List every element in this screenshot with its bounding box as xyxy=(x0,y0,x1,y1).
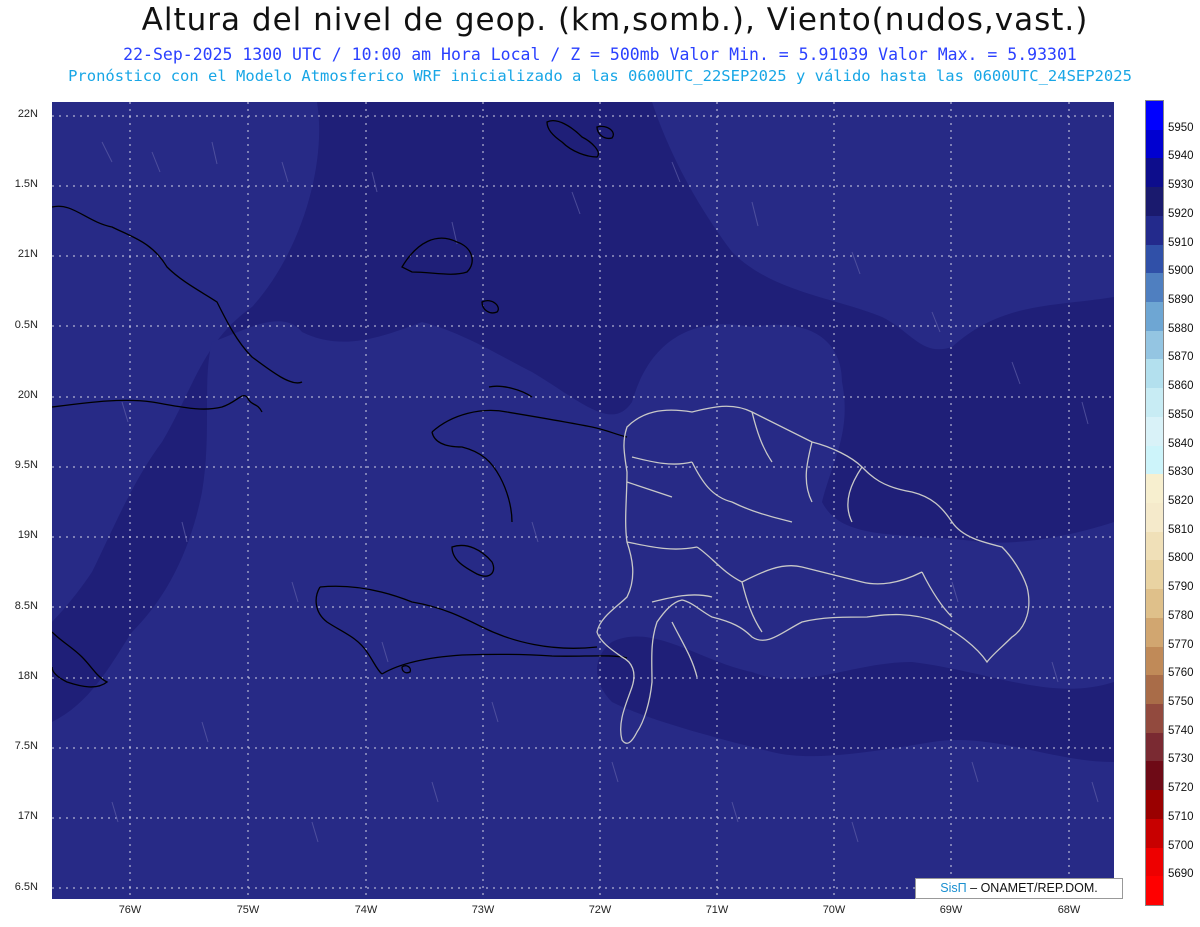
colorbar-segment xyxy=(1146,589,1163,619)
colorbar-segment xyxy=(1146,761,1163,791)
colorbar-level-label: 5910 xyxy=(1168,236,1194,249)
colorbar-level-label: 5840 xyxy=(1168,437,1194,450)
colorbar-level-label: 5720 xyxy=(1168,782,1194,795)
colorbar xyxy=(1145,100,1164,906)
colorbar-segment xyxy=(1146,244,1163,274)
lat-label: 7.5N xyxy=(14,740,38,752)
colorbar-segment xyxy=(1146,847,1163,877)
colorbar-segment xyxy=(1146,790,1163,820)
colorbar-segment xyxy=(1146,531,1163,561)
colorbar-level-label: 5950 xyxy=(1168,121,1194,134)
lat-label: 22N xyxy=(17,108,38,120)
colorbar-level-label: 5740 xyxy=(1168,724,1194,737)
map-title: Altura del nivel de geop. (km,somb.), Vi… xyxy=(141,2,1089,38)
colorbar-segment xyxy=(1146,215,1163,246)
lon-label: 76W xyxy=(118,904,142,916)
colorbar-level-label: 5820 xyxy=(1168,495,1194,507)
colorbar-level-label: 5880 xyxy=(1168,322,1194,335)
lat-label: 18N xyxy=(17,670,38,682)
colorbar-segment xyxy=(1146,129,1163,159)
lat-label: 6.5N xyxy=(14,881,38,893)
colorbar-segment xyxy=(1146,330,1163,360)
lon-label: 74W xyxy=(354,904,378,916)
colorbar-level-label: 5860 xyxy=(1168,380,1194,393)
colorbar-segment xyxy=(1146,445,1163,475)
colorbar-segment xyxy=(1146,302,1163,332)
colorbar-segment xyxy=(1146,359,1163,389)
colorbar-segment xyxy=(1146,503,1163,533)
lat-label: 8.5N xyxy=(14,600,38,612)
colorbar-level-label: 5750 xyxy=(1168,696,1194,708)
map-plot-area xyxy=(52,102,1114,899)
colorbar-segment xyxy=(1146,187,1163,217)
lon-label: 68W xyxy=(1057,904,1081,916)
colorbar-segment xyxy=(1146,474,1163,504)
colorbar-segment xyxy=(1146,876,1163,906)
colorbar-level-label: 5700 xyxy=(1168,839,1194,852)
lat-label: 21N xyxy=(17,248,38,260)
colorbar-segment xyxy=(1146,388,1163,418)
colorbar-level-label: 5900 xyxy=(1168,265,1194,278)
colorbar-level-label: 5780 xyxy=(1168,609,1194,622)
lon-label: 72W xyxy=(588,904,612,916)
lon-label: 71W xyxy=(705,904,729,916)
colorbar-level-label: 5920 xyxy=(1168,207,1194,220)
colorbar-level-label: 5690 xyxy=(1168,868,1194,881)
colorbar-level-label: 5940 xyxy=(1168,150,1194,163)
lat-label: 20N xyxy=(17,389,38,401)
colorbar-level-label: 5930 xyxy=(1168,179,1194,192)
colorbar-segment xyxy=(1146,416,1163,447)
lat-label: 1.5N xyxy=(14,178,38,190)
lat-label: 17N xyxy=(17,810,38,822)
colorbar-level-label: 5830 xyxy=(1168,466,1194,479)
colorbar-level-label: 5870 xyxy=(1168,351,1194,364)
map-subtitle-valid-time: 22-Sep-2025 1300 UTC / 10:00 am Hora Loc… xyxy=(123,45,1077,64)
credit-box: SisΠ – ONAMET/REP.DOM. xyxy=(915,878,1123,899)
colorbar-segment xyxy=(1146,732,1163,762)
colorbar-segment xyxy=(1146,617,1163,648)
colorbar-segment xyxy=(1146,704,1163,734)
colorbar-segment xyxy=(1146,560,1163,590)
lon-label: 75W xyxy=(236,904,260,916)
colorbar-level-label: 5760 xyxy=(1168,667,1194,680)
colorbar-level-label: 5730 xyxy=(1168,753,1194,766)
colorbar-segment xyxy=(1146,101,1163,131)
colorbar-level-label: 5710 xyxy=(1168,810,1194,823)
lon-label: 73W xyxy=(471,904,495,916)
colorbar-segment xyxy=(1146,675,1163,705)
lon-label: 70W xyxy=(822,904,846,916)
colorbar-segment xyxy=(1146,273,1163,303)
geopotential-field-map xyxy=(52,102,1114,899)
credit-brand: SisΠ xyxy=(940,881,967,895)
colorbar-segment xyxy=(1146,646,1163,676)
colorbar-level-label: 5800 xyxy=(1168,552,1194,565)
lat-label: 9.5N xyxy=(14,459,38,471)
colorbar-level-label: 5770 xyxy=(1168,638,1194,651)
lat-label: 19N xyxy=(17,529,38,541)
map-subtitle-model-run: Pronóstico con el Modelo Atmosferico WRF… xyxy=(68,67,1132,85)
colorbar-level-label: 5890 xyxy=(1168,294,1194,306)
colorbar-segment xyxy=(1146,158,1163,188)
colorbar-segment xyxy=(1146,818,1163,849)
colorbar-level-label: 5850 xyxy=(1168,408,1194,421)
credit-text: – ONAMET/REP.DOM. xyxy=(970,881,1098,895)
colorbar-level-label: 5790 xyxy=(1168,581,1194,594)
lon-label: 69W xyxy=(939,904,963,916)
colorbar-level-label: 5810 xyxy=(1168,523,1194,536)
lat-label: 0.5N xyxy=(14,319,38,331)
